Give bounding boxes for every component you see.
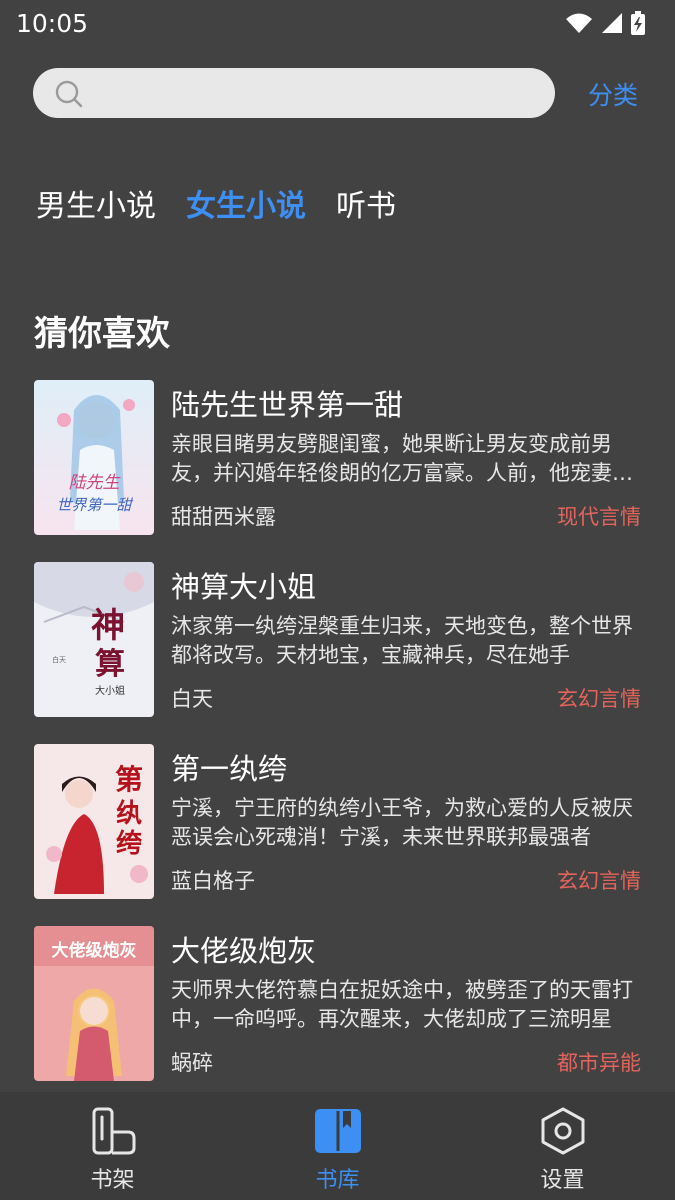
svg-text:纨: 纨 [116,798,142,829]
book-author: 蓝白格子 [171,869,255,893]
book-list-item[interactable]: 第 纨 绔 第一纨绔 宁溪，宁王府的纨绔小王爷，为救心爱的人反被厌恶误会心死魂消… [0,744,675,900]
tab-audiobooks[interactable]: 听书 [336,181,396,225]
nav-item-library[interactable]: 书库 [225,1092,450,1200]
status-time: 10:05 [16,8,89,38]
book-author: 白天 [171,687,213,711]
bookshelf-icon [92,1107,135,1155]
search-icon [55,80,83,108]
bottom-navigation: 书架 书库 设置 [0,1092,675,1200]
book-list-item[interactable]: 神 算 大小姐 白天 神算大小姐 沐家第一纨绔涅槃重生归来，天地变色，整个世界都… [0,562,675,718]
book-description: 天师界大佬符慕白在捉妖途中，被劈歪了的天雷打中，一命呜呼。再次醒来，大佬却成了三… [171,978,633,1031]
category-tabs: 男生小说 女生小说 听书 [36,180,426,226]
wifi-icon [566,13,592,33]
nav-item-settings[interactable]: 设置 [450,1092,675,1200]
book-genre: 都市异能 [557,1051,641,1075]
search-input[interactable] [33,68,555,118]
book-genre: 玄幻言情 [557,687,641,711]
nav-label: 设置 [540,1168,585,1193]
book-genre: 现代言情 [557,505,641,529]
book-cover: 大佬级炮灰 [34,926,154,1081]
book-title: 陆先生世界第一甜 [171,388,404,422]
svg-text:第: 第 [115,763,143,796]
nav-label: 书库 [315,1168,360,1193]
book-description: 宁溪，宁王府的纨绔小王爷，为救心爱的人反被厌恶误会心死魂消！宁溪，未来世界联邦最… [171,796,633,849]
section-title: 猜你喜欢 [34,314,170,354]
nav-item-bookshelf[interactable]: 书架 [0,1092,225,1200]
svg-text:神: 神 [91,606,125,646]
svg-text:白天: 白天 [52,655,66,664]
book-author: 甜甜西米露 [171,505,276,529]
book-description: 沐家第一纨绔涅槃重生归来，天地变色，整个世界都将改写。天材地宝，宝藏神兵，尽在她… [171,614,633,667]
tab-male-novels[interactable]: 男生小说 [36,181,156,225]
status-bar: 10:05 [0,0,675,46]
book-author: 蜗碎 [171,1051,213,1075]
book-cover: 神 算 大小姐 白天 [34,562,154,717]
book-title: 神算大小姐 [171,570,317,604]
svg-text:绔: 绔 [116,829,142,859]
svg-text:大小姐: 大小姐 [95,684,125,697]
book-list-item[interactable]: 陆先生 世界第一甜 陆先生世界第一甜 亲眼目睹男友劈腿闺蜜，她果断让男友变成前男… [0,380,675,536]
battery-charging-icon [631,11,645,35]
book-cover: 陆先生 世界第一甜 [34,380,154,535]
book-title: 大佬级炮灰 [171,934,317,968]
book-title: 第一纨绔 [171,752,288,786]
settings-hexagon-icon [541,1107,584,1155]
status-icons [565,11,645,35]
category-link[interactable]: 分类 [588,76,638,112]
svg-text:算: 算 [95,647,125,682]
svg-text:陆先生: 陆先生 [69,473,122,493]
nav-label: 书架 [90,1168,135,1193]
book-cover: 第 纨 绔 [34,744,154,899]
library-book-icon [314,1109,361,1153]
search-row: 分类 [0,64,675,120]
svg-text:大佬级炮灰: 大佬级炮灰 [52,940,137,961]
cellular-signal-icon [602,13,622,33]
book-genre: 玄幻言情 [557,869,641,893]
book-list-item[interactable]: 大佬级炮灰 大佬级炮灰 天师界大佬符慕白在捉妖途中，被劈歪了的天雷打中，一命呜呼… [0,926,675,1082]
tab-female-novels[interactable]: 女生小说 [186,181,306,225]
svg-text:世界第一甜: 世界第一甜 [56,496,133,514]
book-description: 亲眼目睹男友劈腿闺蜜，她果断让男友变成前男友，并闪婚年轻俊朗的亿万富豪。人前，他… [171,432,633,485]
